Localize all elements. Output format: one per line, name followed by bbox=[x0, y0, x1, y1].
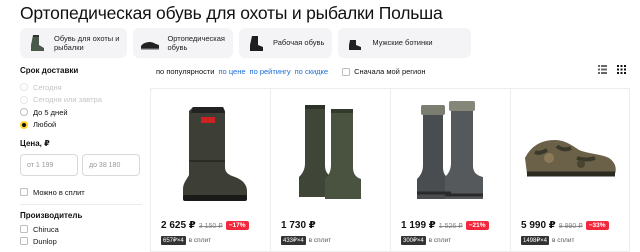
discount-badge: −21% bbox=[465, 221, 489, 230]
checkbox-icon[interactable] bbox=[20, 188, 28, 196]
price-row: 1 199 ₽ 1 526 ₽ −21% bbox=[401, 220, 489, 231]
price-to-input[interactable]: до 38 180 bbox=[82, 154, 140, 176]
sort-popular[interactable]: по популярности bbox=[156, 67, 215, 76]
price-range: от 1 199 до 38 180 bbox=[20, 154, 142, 176]
category-label: Обувь для охоты и рыбалки bbox=[54, 33, 120, 53]
split-payment: 433₽×4 в сплит bbox=[281, 236, 331, 245]
sort-discount[interactable]: по скидке bbox=[295, 67, 328, 76]
checkbox-icon[interactable] bbox=[20, 225, 28, 233]
delivery-filter-title: Срок доставки bbox=[20, 66, 79, 75]
sort-price[interactable]: по цене bbox=[219, 67, 246, 76]
sort-bar: по популярности по цене по рейтингу по с… bbox=[156, 67, 426, 76]
category-chip-hunting-fishing[interactable]: Обувь для охоты и рыбалки bbox=[20, 28, 128, 58]
split-amount-badge: 300₽×4 bbox=[401, 236, 426, 245]
discount-badge: −33% bbox=[585, 221, 609, 230]
category-chip-orthopedic[interactable]: Ортопедическая обувь bbox=[133, 28, 233, 58]
list-view-icon[interactable] bbox=[598, 65, 607, 74]
price-row: 2 625 ₽ 3 150 ₽ −17% bbox=[161, 220, 249, 231]
radio-icon[interactable] bbox=[20, 120, 28, 129]
manufacturer-filter-title: Производитель bbox=[20, 211, 83, 220]
category-label: Рабочая обувь bbox=[272, 38, 325, 48]
price-from-input[interactable]: от 1 199 bbox=[20, 154, 78, 176]
product-price: 1 199 ₽ bbox=[401, 220, 436, 231]
manufacturer-option-dunlop[interactable]: Dunlop bbox=[20, 235, 142, 247]
grid-view-icon[interactable] bbox=[617, 65, 626, 74]
product-price: 1 730 ₽ bbox=[281, 220, 316, 231]
checkbox-icon[interactable] bbox=[20, 237, 28, 245]
product-old-price: 3 150 ₽ bbox=[198, 222, 223, 230]
product-image-insulated-boot-icon[interactable] bbox=[399, 97, 503, 209]
split-filter[interactable]: Можно в сплит bbox=[20, 186, 142, 198]
category-chip-men-boots[interactable]: Мужские ботинки bbox=[338, 28, 471, 58]
boot-thumb-icon bbox=[26, 32, 48, 54]
sort-rating[interactable]: по рейтингу bbox=[250, 67, 291, 76]
filters-sidebar: Срок доставки Сегодня Сегодня или завтра… bbox=[20, 66, 142, 247]
checkbox-icon[interactable] bbox=[342, 67, 351, 76]
product-old-price: 8 990 ₽ bbox=[558, 222, 583, 230]
page-title: Ортопедическая обувь для охоты и рыбалки… bbox=[20, 3, 443, 23]
price-row: 5 990 ₽ 8 990 ₽ −33% bbox=[521, 220, 609, 231]
product-card[interactable]: 1 199 ₽ 1 526 ₽ −21% 300₽×4 в сплит bbox=[390, 88, 510, 252]
radio-icon[interactable] bbox=[20, 108, 28, 117]
product-image-camo-shoe-icon[interactable] bbox=[519, 97, 623, 209]
product-card[interactable]: 5 990 ₽ 8 990 ₽ −33% 1498₽×4 в сплит bbox=[510, 88, 630, 252]
category-chip-work-shoes[interactable]: Рабочая обувь bbox=[238, 28, 333, 58]
shoe-thumb-icon bbox=[139, 32, 161, 54]
delivery-option-today-tomorrow: Сегодня или завтра bbox=[20, 94, 142, 107]
category-chips: Обувь для охоты и рыбалки Ортопедическая… bbox=[20, 28, 471, 58]
split-payment: 1498₽×4 в сплит bbox=[521, 236, 574, 245]
split-label: в сплит bbox=[188, 237, 212, 244]
product-card[interactable]: 2 625 ₽ 3 150 ₽ −17% 657₽×4 в сплит bbox=[150, 88, 270, 252]
split-label: в сплит bbox=[428, 237, 452, 244]
split-label: в сплит bbox=[308, 237, 332, 244]
discount-badge: −17% bbox=[225, 221, 249, 230]
product-card[interactable]: 1 730 ₽ 433₽×4 в сплит bbox=[270, 88, 390, 252]
split-payment: 300₽×4 в сплит bbox=[401, 236, 451, 245]
split-amount-badge: 657₽×4 bbox=[161, 236, 186, 245]
delivery-option-today: Сегодня bbox=[20, 81, 142, 94]
divider bbox=[20, 204, 142, 205]
category-label: Мужские ботинки bbox=[372, 38, 433, 48]
split-amount-badge: 1498₽×4 bbox=[521, 236, 550, 245]
product-image-wellington-boot-icon[interactable] bbox=[159, 97, 263, 209]
product-image-rubber-boot-icon[interactable] bbox=[279, 97, 383, 209]
delivery-option-5-days[interactable]: До 5 дней bbox=[20, 106, 142, 119]
radio-icon bbox=[20, 95, 28, 104]
product-price: 2 625 ₽ bbox=[161, 220, 196, 231]
delivery-option-any[interactable]: Любой bbox=[20, 119, 142, 132]
product-price: 5 990 ₽ bbox=[521, 220, 556, 231]
split-amount-badge: 433₽×4 bbox=[281, 236, 306, 245]
product-old-price: 1 526 ₽ bbox=[438, 222, 463, 230]
price-row: 1 730 ₽ bbox=[281, 220, 316, 231]
my-region-first-toggle[interactable]: Сначала мой регион bbox=[342, 67, 426, 76]
category-label: Ортопедическая обувь bbox=[167, 33, 225, 53]
men-boot-thumb-icon bbox=[344, 32, 366, 54]
manufacturer-option-chiruca[interactable]: Chiruca bbox=[20, 223, 142, 235]
radio-icon bbox=[20, 83, 28, 92]
split-label: в сплит bbox=[552, 237, 575, 244]
split-payment: 657₽×4 в сплит bbox=[161, 236, 211, 245]
product-grid: 2 625 ₽ 3 150 ₽ −17% 657₽×4 в сплит 1 73… bbox=[150, 88, 630, 252]
view-switcher bbox=[598, 65, 626, 74]
work-boot-thumb-icon bbox=[245, 32, 267, 54]
price-filter-title: Цена, ₽ bbox=[20, 139, 50, 148]
